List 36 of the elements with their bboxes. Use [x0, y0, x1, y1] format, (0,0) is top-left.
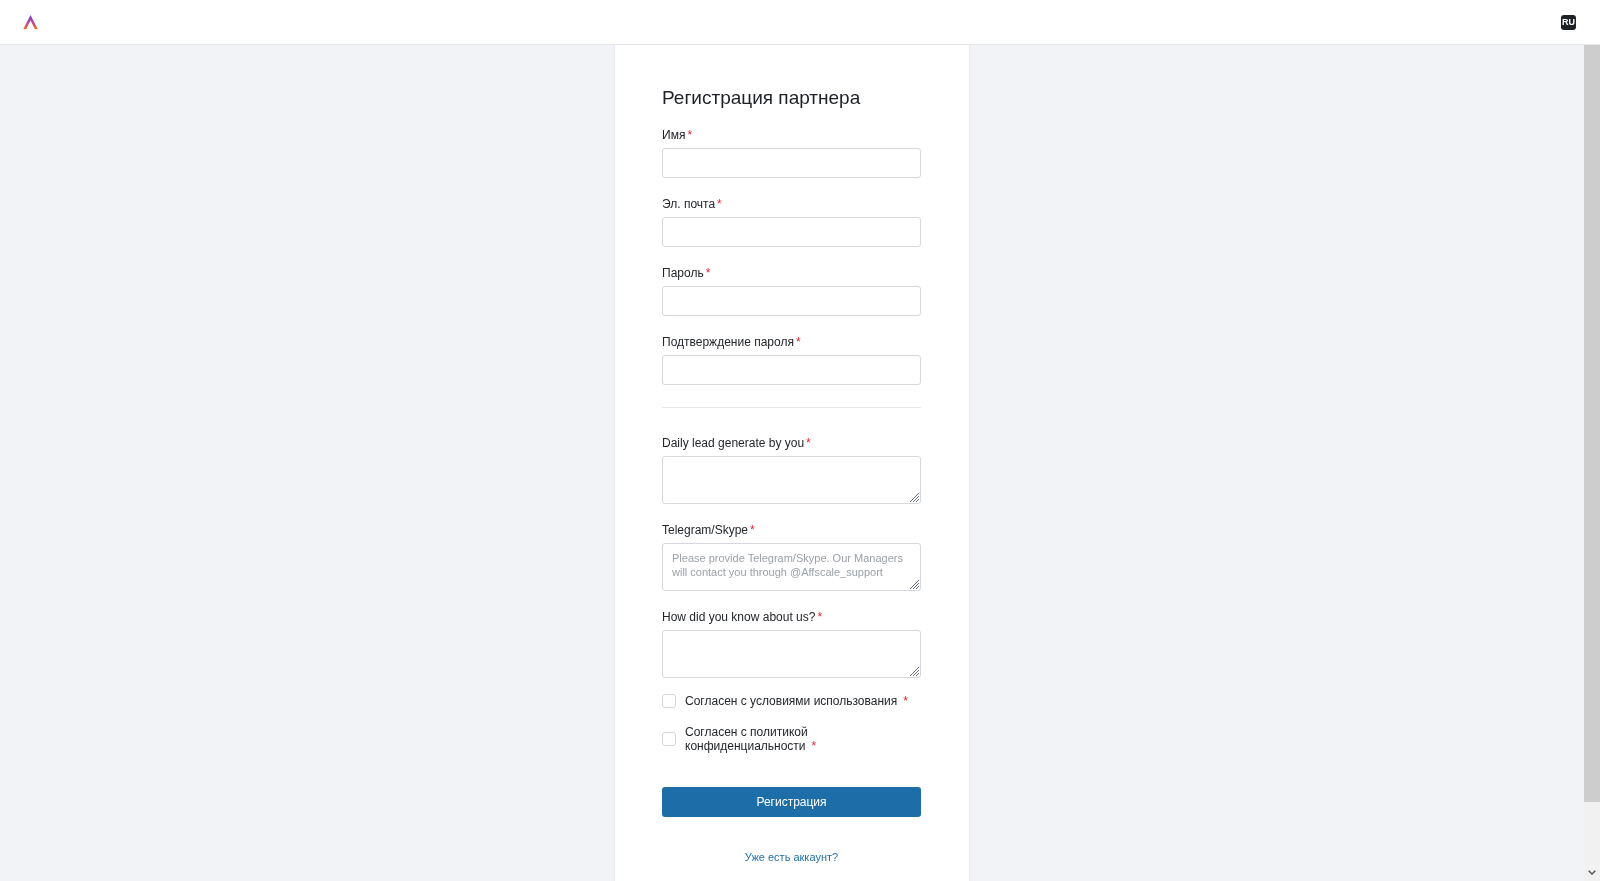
text-area-field[interactable]: Please provide Telegram/Skype. Our Managers will contact you through @Affscale_support [662, 543, 921, 591]
field-label: Подтверждение пароля [662, 335, 794, 349]
checkbox-label: Согласен с политикой конфиденциальности [685, 725, 808, 753]
register-button[interactable]: Регистрация [662, 787, 921, 817]
language-button[interactable]: RU [1561, 14, 1576, 30]
field-label: Daily lead generate by you [662, 436, 805, 450]
resize-grip-icon[interactable] [909, 666, 919, 676]
form-title: Регистрация партнера [662, 87, 862, 109]
checkbox[interactable] [662, 694, 676, 708]
required-mark: * [811, 739, 817, 753]
field-label: Эл. почта [662, 197, 716, 211]
checkbox[interactable] [662, 732, 676, 746]
input-field[interactable] [662, 355, 921, 385]
login-link[interactable]: Уже есть аккаунт? [744, 851, 839, 864]
required-mark: * [806, 436, 811, 450]
required-mark: * [750, 523, 755, 537]
resize-grip-icon[interactable] [909, 579, 919, 589]
text-area-field[interactable] [662, 456, 921, 504]
field-label: Имя [662, 128, 686, 142]
input-field[interactable] [662, 286, 921, 316]
field-label: Telegram/Skype [662, 523, 749, 537]
required-mark: * [795, 335, 801, 349]
required-mark: * [817, 610, 823, 624]
logo-icon[interactable] [22, 15, 39, 29]
required-mark: * [687, 128, 693, 142]
resize-grip-icon[interactable] [909, 492, 919, 502]
required-mark: * [717, 197, 722, 211]
input-field[interactable] [662, 217, 921, 247]
checkbox-label: Согласен с условиями использования [685, 694, 898, 708]
field-label: How did you know about us? [662, 610, 816, 624]
required-mark: * [705, 266, 711, 280]
field-label: Пароль [662, 266, 704, 280]
chevron-down-icon[interactable] [1588, 870, 1596, 875]
text-area-field[interactable] [662, 630, 921, 678]
input-field[interactable] [662, 148, 921, 178]
required-mark: * [903, 694, 908, 708]
